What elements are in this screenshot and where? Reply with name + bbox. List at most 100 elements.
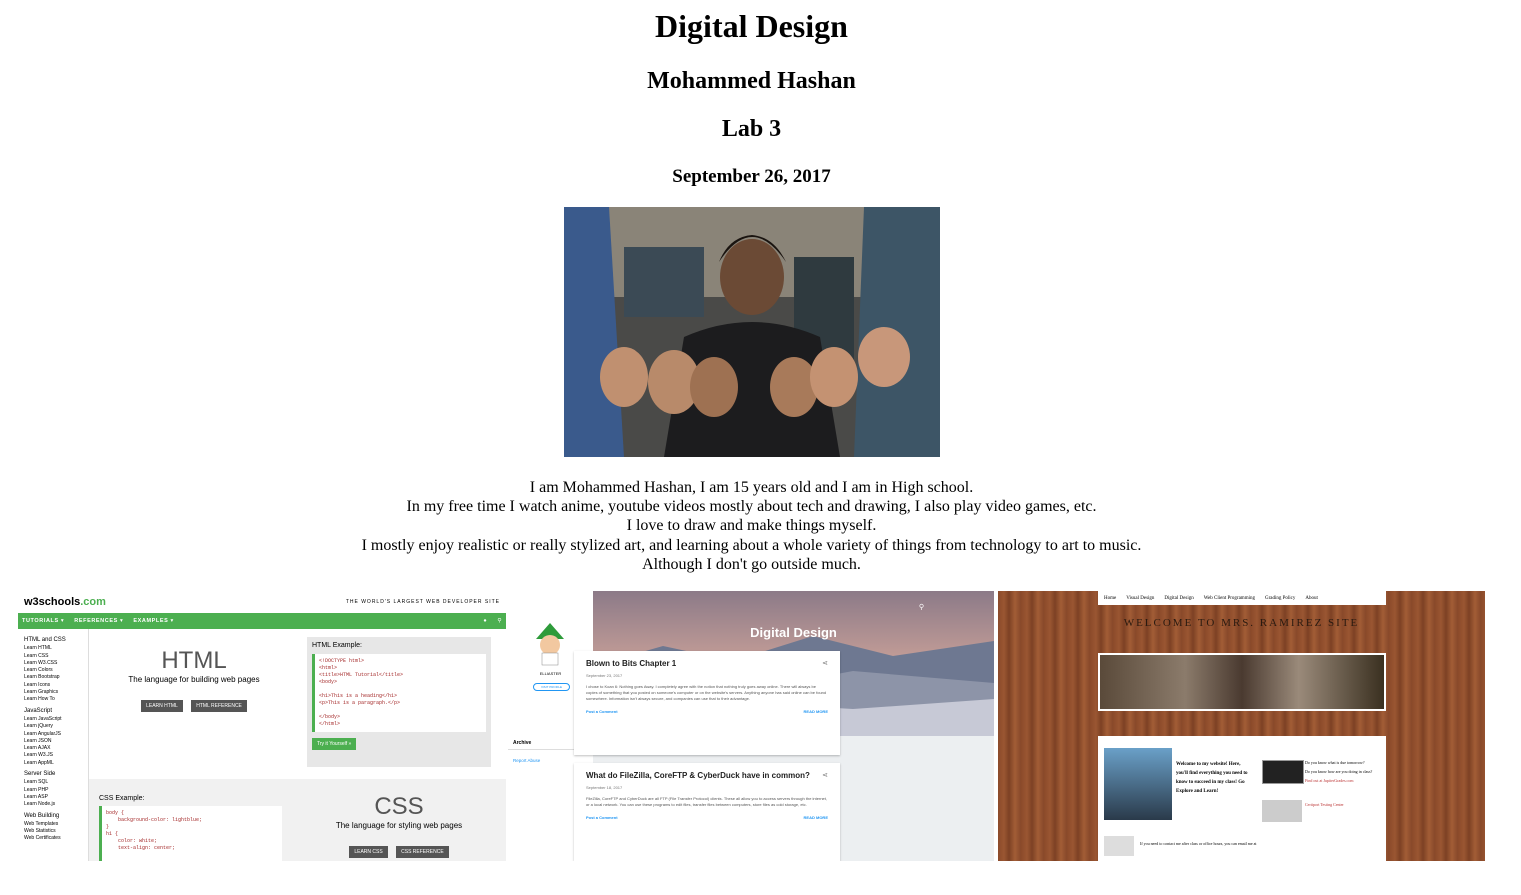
post-date: September 18, 2017: [586, 785, 623, 790]
w3-main: HTML The language for building web pages…: [88, 629, 506, 861]
avatar: [532, 621, 568, 666]
html-heading: HTML: [161, 647, 227, 674]
w3-sidebar-link: Learn HTML: [24, 645, 52, 652]
w3-sidebar-link: Learn JSON: [24, 737, 52, 744]
w3-sidebar-link: Learn Colors: [24, 667, 53, 674]
html-example-box: HTML Example: <!DOCTYPE html> <html> <ti…: [307, 637, 491, 767]
ramirez-nav: Home Visual Design Digital Design Web Cl…: [1098, 591, 1386, 605]
bio-line: I mostly enjoy realistic or really styli…: [361, 536, 1142, 554]
search-icon: ⚲: [497, 618, 502, 624]
bio-line: I am Mohammed Hashan, I am 15 years old …: [529, 479, 974, 496]
w3-sidebar-link: Learn AppML: [24, 759, 54, 766]
w3-sidebar-link: Web Statistics: [24, 828, 56, 835]
w3-sidebar-heading: HTML and CSS: [24, 637, 66, 643]
w3-sidebar-heading: JavaScript: [24, 707, 53, 714]
css-reference-button: CSS REFERENCE: [396, 846, 449, 858]
visit-profile-button: VISIT PROFILE: [533, 683, 570, 691]
w3-sidebar-link: Web Certificates: [24, 835, 61, 842]
nav-grading-policy: Grading Policy: [1264, 595, 1296, 601]
globe-icon: ●: [483, 618, 488, 624]
blog-title: Digital Design: [750, 625, 837, 640]
w3-sidebar-link: Web Templates: [24, 820, 59, 827]
post-title: What do FileZilla, CoreFTP & CyberDuck h…: [586, 771, 810, 780]
w3-sidebar-link: Learn JavaScript: [24, 715, 62, 722]
search-icon: ⚲: [918, 604, 924, 611]
bio-line: I love to draw and make things myself.: [626, 517, 877, 535]
ramirez-content-card: Welcome to my website! Here, you'll find…: [1098, 736, 1386, 861]
w3-sidebar-link: Learn How To: [24, 696, 55, 703]
blog-post-2: What do FileZilla, CoreFTP & CyberDuck h…: [574, 763, 840, 861]
welcome-text: Welcome to my website! Here, you'll find…: [1176, 762, 1248, 794]
ramirez-questions: Do you know what is due tomorrow? Do you…: [1305, 760, 1373, 783]
bio-line: Although I don't go outside much.: [642, 555, 861, 573]
read-more-link: READ MORE: [803, 709, 828, 714]
teacher-photo: [1104, 748, 1172, 820]
nav-home: Home: [1104, 595, 1117, 601]
share-icon: ⋖: [822, 772, 828, 779]
author-name: Mohammed Hashan: [647, 68, 856, 94]
w3-sidebar-link: Learn AJAX: [24, 745, 51, 752]
w3-sidebar-link: Learn ASP: [24, 793, 48, 800]
html-example-label: HTML Example:: [312, 642, 362, 649]
nav-digital-design: Digital Design: [1164, 595, 1194, 601]
mail-icon: [1104, 836, 1134, 856]
html-code: <!DOCTYPE html> <html> <title>HTML Tutor…: [312, 654, 486, 732]
learn-html-button: LEARN HTML: [141, 700, 183, 712]
w3schools-screenshot: w3schools.com THE WORLD'S LARGEST WEB DE…: [18, 591, 506, 861]
contact-text: If you need to contact me after class or…: [1140, 841, 1257, 846]
w3-sidebar-heading: Web Building: [24, 812, 60, 819]
post-snippet: FileZilla, CoreFTP and CyberDuck are all…: [586, 796, 827, 807]
css-subtitle: The language for styling web pages: [335, 821, 463, 830]
css-code: body { background-color: lightblue; } h1…: [99, 806, 282, 861]
w3-sidebar-link: Learn Graphics: [24, 689, 59, 696]
ramirez-site-screenshot: Home Visual Design Digital Design Web Cl…: [998, 591, 1485, 861]
page-date: September 26, 2017: [672, 166, 831, 187]
share-icon: ⋖: [822, 660, 828, 667]
certiport-link: Certiport Testing Center: [1305, 802, 1344, 807]
w3-nav-bar: TUTORIALS ▾ REFERENCES ▾ EXAMPLES ▾ ● ⚲: [18, 613, 506, 629]
css-heading: CSS: [374, 793, 424, 820]
w3-nav-examples: EXAMPLES ▾: [133, 618, 174, 624]
blog-screenshot: ELLIASTER VISIT PROFILE Archive⌄ Report …: [508, 591, 994, 861]
blog-post-1: Blown to Bits Chapter 1 ⋖ September 23, …: [574, 651, 840, 755]
post-comment-link: Post a Comment: [586, 709, 618, 714]
w3-sidebar-link: Learn W3.CSS: [24, 659, 58, 666]
w3-nav-references: REFERENCES ▾: [74, 618, 124, 624]
certiport-thumbnail: [1262, 800, 1302, 822]
w3-sidebar-link: Learn PHP: [24, 786, 49, 793]
post-comment-link: Post a Comment: [586, 815, 618, 820]
lab-title: Lab 3: [721, 116, 782, 142]
page-title: Digital Design: [655, 8, 848, 44]
w3-tagline: THE WORLD'S LARGEST WEB DEVELOPER SITE: [345, 599, 500, 605]
nav-about: About: [1305, 595, 1318, 601]
html-reference-button: HTML REFERENCE: [191, 700, 247, 712]
css-example-label: CSS Example:: [99, 795, 145, 802]
learn-css-button: LEARN CSS: [349, 846, 388, 858]
w3-sidebar-link: Learn CSS: [24, 652, 49, 659]
try-it-button: Try it Yourself »: [312, 738, 357, 750]
report-abuse-link: Report Abuse: [513, 758, 541, 763]
post-snippet: I chose to Koan 6: Nothing goes Away. I …: [586, 684, 827, 701]
bio-line: In my free time I watch anime, youtube v…: [406, 498, 1097, 516]
w3-sidebar-link: Learn jQuery: [24, 723, 53, 730]
read-more-link: READ MORE: [803, 815, 828, 820]
profile-photo: [564, 207, 940, 457]
nav-visual-design: Visual Design: [1126, 595, 1155, 601]
w3-sidebar-link: Learn Bootstrap: [24, 674, 60, 681]
w3-sidebar-link: Learn SQL: [24, 779, 49, 786]
classroom-banner: [1098, 653, 1386, 711]
w3-sidebar-link: Learn Node.js: [24, 801, 56, 808]
bio-text: I am Mohammed Hashan, I am 15 years old …: [0, 478, 1503, 574]
w3-nav-tutorials: TUTORIALS ▾: [22, 618, 65, 624]
html-subtitle: The language for building web pages: [128, 675, 260, 684]
nav-web-client: Web Client Programming: [1203, 595, 1255, 601]
post-title: Blown to Bits Chapter 1: [586, 659, 677, 668]
grades-thumbnail: [1262, 760, 1304, 784]
post-date: September 23, 2017: [586, 673, 623, 678]
ramirez-title: WELCOME TO MRS. RAMIREZ SITE: [1123, 617, 1360, 629]
w3-sidebar-link: Learn W3.JS: [24, 752, 53, 759]
w3-sidebar-link: Learn Icons: [24, 681, 51, 688]
w3-sidebar-link: Learn AngularJS: [24, 730, 61, 737]
w3-sidebar-heading: Server Side: [24, 771, 56, 778]
w3schools-logo: w3schools.com: [24, 596, 106, 608]
